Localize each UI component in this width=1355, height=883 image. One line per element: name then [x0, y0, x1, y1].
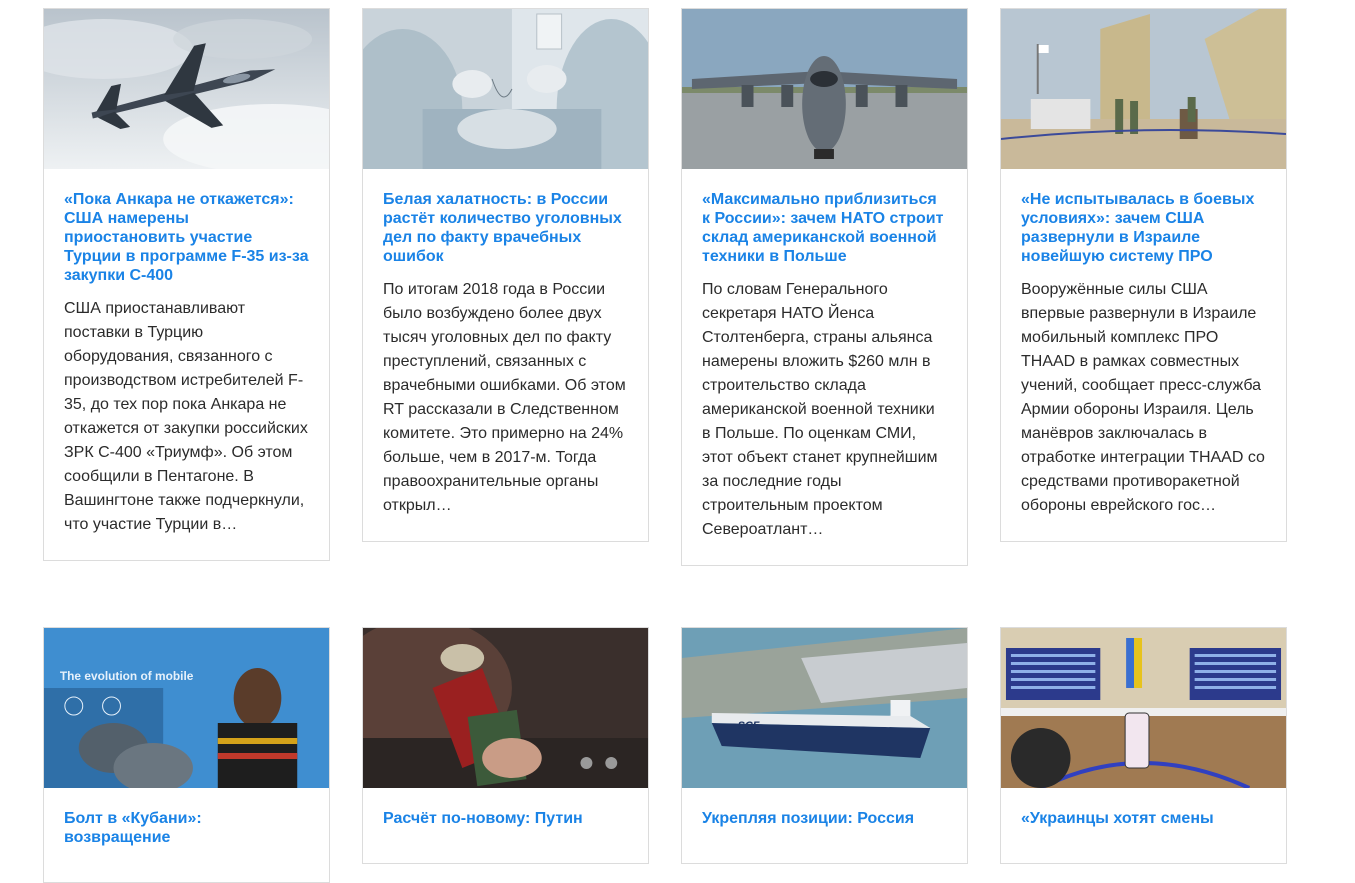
banner-text: The evolution of mobile	[60, 669, 194, 683]
news-card[interactable]: «Не испытывалась в боевых условиях»: зач…	[1000, 8, 1287, 542]
article-image[interactable]	[44, 9, 329, 169]
news-card[interactable]: SCF Укрепляя позиции: Россия	[681, 627, 968, 864]
article-excerpt: Вооружённые силы США впервые развернули …	[1021, 281, 1265, 514]
article-image[interactable]: The evolution of mobile	[44, 628, 329, 788]
article-excerpt: США приостанавливают поставки в Турцию о…	[64, 300, 308, 533]
news-card[interactable]: The evolution of mobile Болт в «Кубани»:…	[43, 627, 330, 883]
article-title[interactable]: «Максимально приблизиться к России»: зач…	[702, 190, 947, 266]
news-card[interactable]: «Максимально приблизиться к России»: зач…	[681, 8, 968, 566]
article-image[interactable]	[1001, 628, 1286, 788]
article-title[interactable]: Болт в «Кубани»: возвращение	[64, 809, 309, 847]
article-image[interactable]: SCF	[682, 628, 967, 788]
article-title[interactable]: «Пока Анкара не откажется»: США намерены…	[64, 190, 309, 285]
news-card[interactable]: «Украинцы хотят смены	[1000, 627, 1287, 864]
article-title[interactable]: «Не испытывалась в боевых условиях»: зач…	[1021, 190, 1266, 266]
ship-label: SCF	[738, 720, 760, 732]
article-image[interactable]	[1001, 9, 1286, 169]
article-image[interactable]	[363, 628, 648, 788]
article-image[interactable]	[363, 9, 648, 169]
article-excerpt: По итогам 2018 года в России было возбуж…	[383, 281, 626, 514]
news-card[interactable]: Расчёт по-новому: Путин	[362, 627, 649, 864]
article-image[interactable]	[682, 9, 967, 169]
news-card[interactable]: Белая халатность: в России растёт количе…	[362, 8, 649, 542]
article-title[interactable]: Белая халатность: в России растёт количе…	[383, 190, 628, 266]
article-excerpt: По словам Генерального секретаря НАТО Йе…	[702, 281, 938, 538]
news-card[interactable]: «Пока Анкара не откажется»: США намерены…	[43, 8, 330, 561]
